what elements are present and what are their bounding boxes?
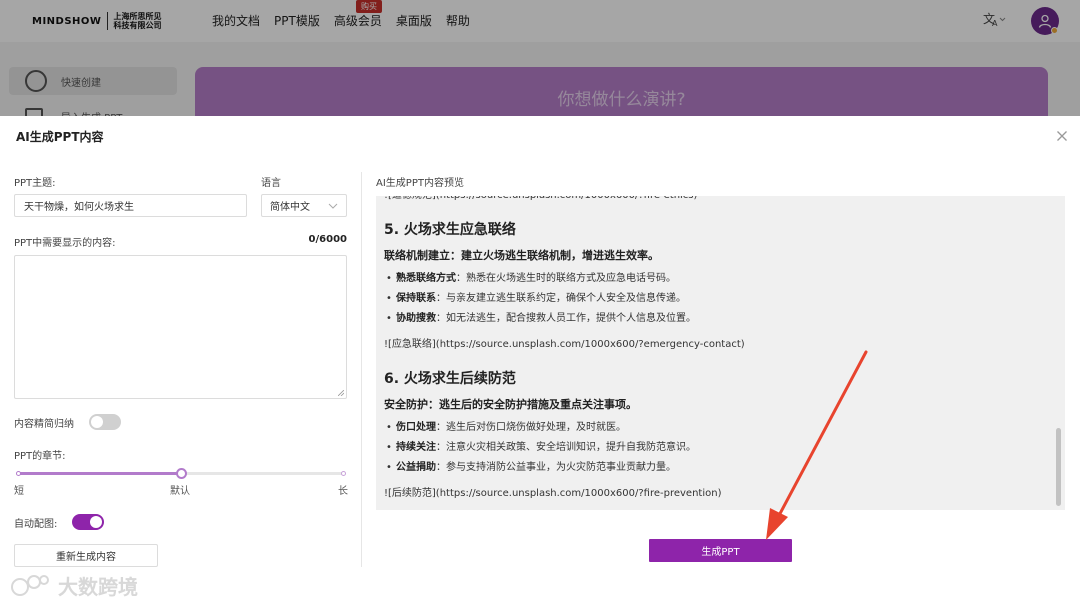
topic-input[interactable]: 天干物燥，如何火场求生 [14, 194, 247, 217]
list-item: • 伤口处理：逃生后对伤口烧伤做好处理，及时就医。 [386, 422, 626, 433]
summarize-label: 内容精简归纳 [14, 419, 74, 430]
auto-image-toggle[interactable] [72, 514, 104, 530]
ai-generate-modal: AI生成PPT内容 PPT主题: 天干物燥，如何火场求生 语言 简体中文 PPT… [0, 116, 1080, 605]
content-label: PPT中需要显示的内容: [14, 238, 116, 249]
close-icon[interactable] [1054, 128, 1070, 144]
chapters-slider-thumb[interactable] [175, 468, 187, 479]
content-char-counter: 0/6000 [308, 234, 347, 245]
chapters-label: PPT的章节: [14, 451, 66, 462]
watermark-text: 大数跨境 [58, 575, 138, 599]
slider-label-long: 长 [338, 486, 348, 497]
slider-label-short: 短 [14, 486, 24, 497]
regenerate-button[interactable]: 重新生成内容 [14, 544, 158, 567]
summarize-toggle[interactable] [89, 414, 121, 430]
list-item: • 协助搜救：如无法逃生，配合搜救人员工作，提供个人信息及位置。 [386, 313, 696, 324]
list-item: • 保持联系：与亲友建立逃生联系约定，确保个人安全及信息传递。 [386, 293, 686, 304]
topic-label: PPT主题: [14, 178, 56, 189]
content-textarea[interactable] [14, 255, 347, 399]
resize-grip-icon[interactable] [338, 390, 344, 396]
section-subheading: 联络机制建立：建立火场逃生联络机制，增进逃生效率。 [384, 249, 659, 262]
section-subheading: 安全防护：逃生后的安全防护措施及重点关注事项。 [384, 398, 637, 411]
watermark: 大数跨境 [10, 571, 138, 600]
slider-label-default: 默认 [170, 486, 190, 497]
preview-scrollbar[interactable] [1056, 428, 1061, 506]
modal-title: AI生成PPT内容 [16, 130, 104, 144]
image-link: ![应急联络](https://source.unsplash.com/1000… [384, 339, 745, 350]
toggle-knob [90, 516, 102, 528]
preview-content: ![道德规范](https://source.unsplash.com/1000… [384, 196, 1044, 502]
watermark-logo-icon [11, 574, 49, 596]
language-select[interactable]: 简体中文 [261, 194, 347, 217]
list-item: • 持续关注：注意火灾相关政策、安全培训知识，提升自我防范意识。 [386, 442, 696, 453]
slider-dot-short[interactable] [16, 471, 21, 476]
preview-label: AI生成PPT内容预览 [376, 178, 464, 189]
generate-ppt-button[interactable]: 生成PPT [649, 539, 792, 562]
list-item: • 公益捐助：参与支持消防公益事业，为火灾防范事业贡献力量。 [386, 462, 676, 473]
slider-dot-long[interactable] [341, 471, 346, 476]
chapters-slider-fill [18, 472, 182, 475]
image-link: ![道德规范](https://source.unsplash.com/1000… [384, 196, 1044, 204]
image-link: ![后续防范](https://source.unsplash.com/1000… [384, 488, 722, 499]
section-heading: 6. 火场求生后续防范 [384, 371, 516, 387]
topic-input-value: 天干物燥，如何火场求生 [24, 202, 134, 213]
section-heading: 5. 火场求生应急联络 [384, 222, 516, 238]
column-divider [361, 172, 362, 567]
language-select-value: 简体中文 [270, 202, 310, 213]
preview-panel[interactable]: ![道德规范](https://source.unsplash.com/1000… [376, 196, 1065, 510]
list-item: • 熟悉联络方式：熟悉在火场逃生时的联络方式及应急电话号码。 [386, 273, 676, 284]
toggle-knob [91, 416, 103, 428]
chevron-down-icon [328, 203, 338, 209]
language-label: 语言 [261, 178, 281, 189]
auto-image-label: 自动配图: [14, 519, 58, 530]
